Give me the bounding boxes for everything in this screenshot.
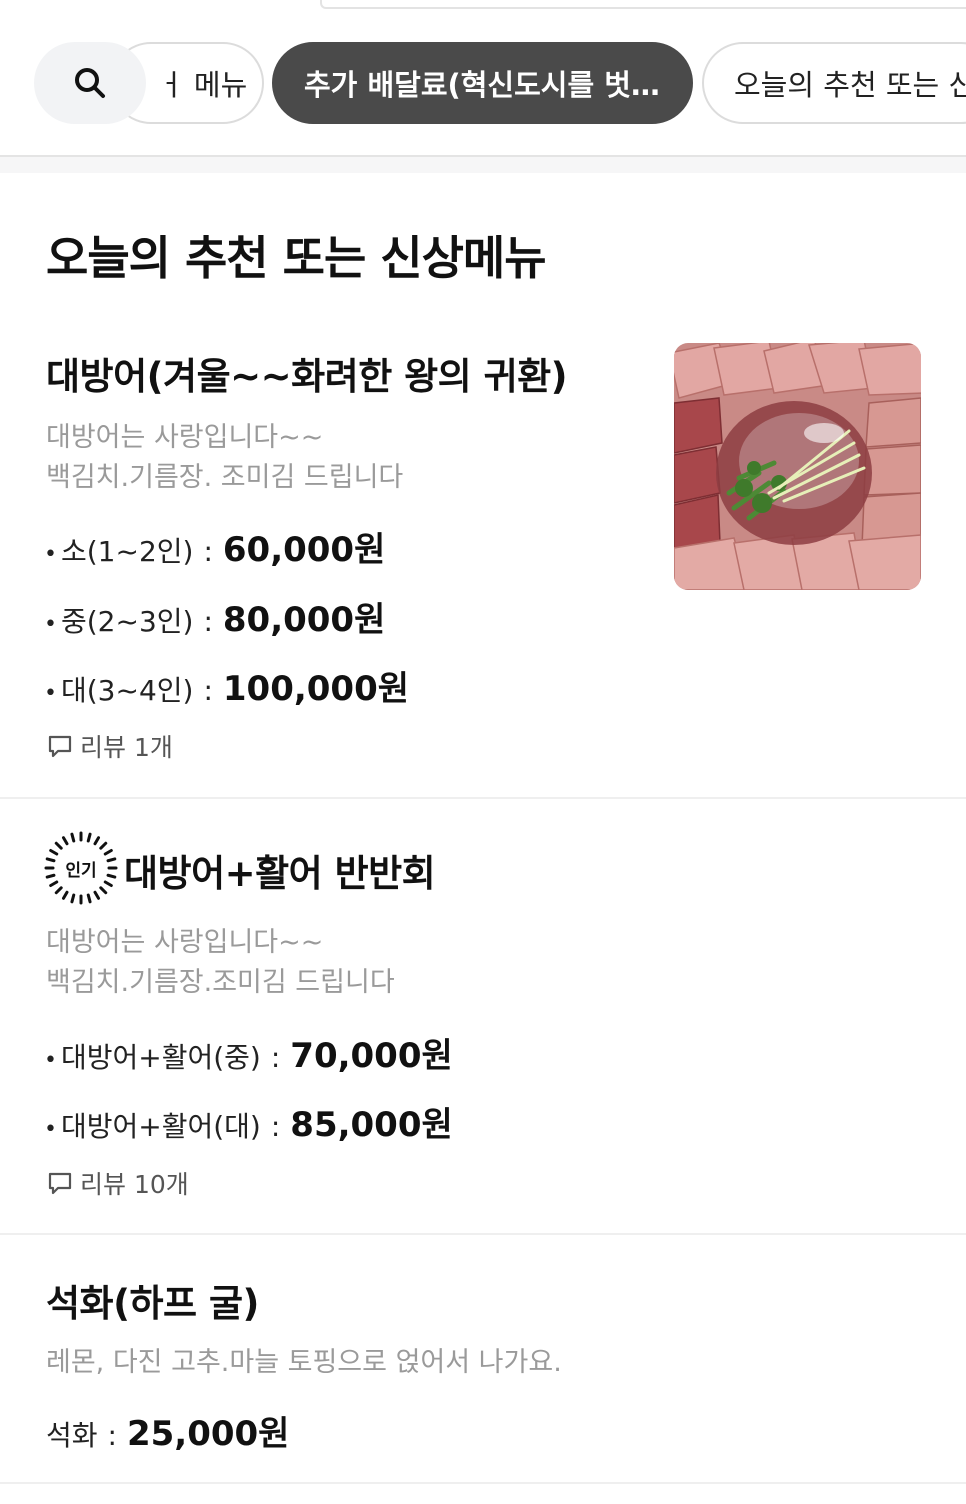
separator: : <box>270 1041 281 1074</box>
review-count[interactable]: 리뷰 10개 <box>46 1165 189 1201</box>
popular-badge: 인기 <box>44 831 118 905</box>
review-label: 리뷰 10개 <box>80 1170 189 1199</box>
description-line: 레몬, 다진 고추.마늘 토핑으로 얹어서 나가요. <box>46 1347 562 1378</box>
menu-item-photo[interactable] <box>674 343 921 590</box>
menu-item-description: 레몬, 다진 고추.마늘 토핑으로 얹어서 나가요. <box>46 1343 562 1383</box>
separator: : <box>203 674 213 707</box>
category-tab-bar: ㅓ 메뉴 추가 배달료(혁신도시를 벗… 오늘의 추천 또는 신 <box>0 0 966 157</box>
menu-item-title[interactable]: 대방어+활어 반반회 <box>124 843 436 897</box>
search-icon <box>75 68 105 98</box>
option-price: 60,000원 <box>222 530 386 570</box>
option-price: 25,000원 <box>126 1414 290 1454</box>
tab-extra-delivery-fee[interactable]: 추가 배달료(혁신도시를 벗… <box>272 42 693 124</box>
bullet: • <box>44 1048 57 1073</box>
separator: : <box>270 1110 281 1143</box>
separator: : <box>203 535 213 568</box>
price-option: • 중(2~3인) : 80,000원 <box>44 592 385 641</box>
badge-label: 인기 <box>65 860 97 881</box>
option-price: 100,000원 <box>222 669 410 709</box>
separator: : <box>203 605 213 638</box>
tab-label: 오늘의 추천 또는 신 <box>734 68 966 102</box>
bullet: • <box>44 542 57 567</box>
option-label: 대방어+활어(중) <box>60 1041 261 1074</box>
separator: : <box>107 1419 117 1452</box>
option-price: 85,000원 <box>290 1105 453 1145</box>
price-option: • 대(3~4인) : 100,000원 <box>44 661 409 710</box>
section-gap <box>0 157 966 173</box>
tab-today-recommend[interactable]: 오늘의 추천 또는 신 <box>702 42 966 124</box>
description-line: 백김치.기름장.조미김 드립니다 <box>46 967 395 998</box>
menu-item-description: 대방어는 사랑입니다~~ 백김치.기름장. 조미김 드립니다 <box>46 418 403 498</box>
menu-item-description: 대방어는 사랑입니다~~ 백김치.기름장.조미김 드립니다 <box>46 923 395 1003</box>
description-line: 대방어는 사랑입니다~~ <box>46 422 324 453</box>
description-line: 대방어는 사랑입니다~~ <box>46 927 324 958</box>
review-count[interactable]: 리뷰 1개 <box>46 728 173 764</box>
option-label: 대방어+활어(대) <box>60 1110 261 1143</box>
bullet: • <box>44 1117 57 1142</box>
item-divider <box>0 797 966 799</box>
review-label: 리뷰 1개 <box>80 733 173 762</box>
bullet: • <box>44 612 57 637</box>
description-line: 백김치.기름장. 조미김 드립니다 <box>46 462 404 493</box>
price-option: • 대방어+활어(중) : 70,000원 <box>44 1028 453 1077</box>
tab-label: 추가 배달료(혁신도시를 벗… <box>304 68 660 102</box>
bullet: • <box>44 681 57 706</box>
tab-label: ㅓ 메뉴 <box>158 68 248 102</box>
sashimi-photo <box>674 343 921 590</box>
section-title: 오늘의 추천 또는 신상메뉴 <box>46 231 547 285</box>
speech-bubble-icon <box>48 735 72 758</box>
item-divider <box>0 1233 966 1235</box>
option-price: 70,000원 <box>290 1036 453 1076</box>
price-option: 석화 : 25,000원 <box>46 1406 289 1455</box>
option-label: 대(3~4인) <box>60 674 194 707</box>
price-option: • 소(1~2인) : 60,000원 <box>44 522 385 571</box>
option-label: 소(1~2인) <box>60 535 194 568</box>
option-label: 중(2~3인) <box>60 605 194 638</box>
search-button[interactable] <box>34 42 146 124</box>
option-price: 80,000원 <box>222 600 386 640</box>
option-label: 석화 <box>46 1419 98 1452</box>
item-divider <box>0 1482 966 1484</box>
menu-item-title[interactable]: 석화(하프 굴) <box>46 1273 259 1327</box>
price-option: • 대방어+활어(대) : 85,000원 <box>44 1097 453 1146</box>
speech-bubble-icon <box>48 1172 72 1195</box>
menu-item-title[interactable]: 대방어(겨울~~화려한 왕의 귀환) <box>46 346 568 400</box>
